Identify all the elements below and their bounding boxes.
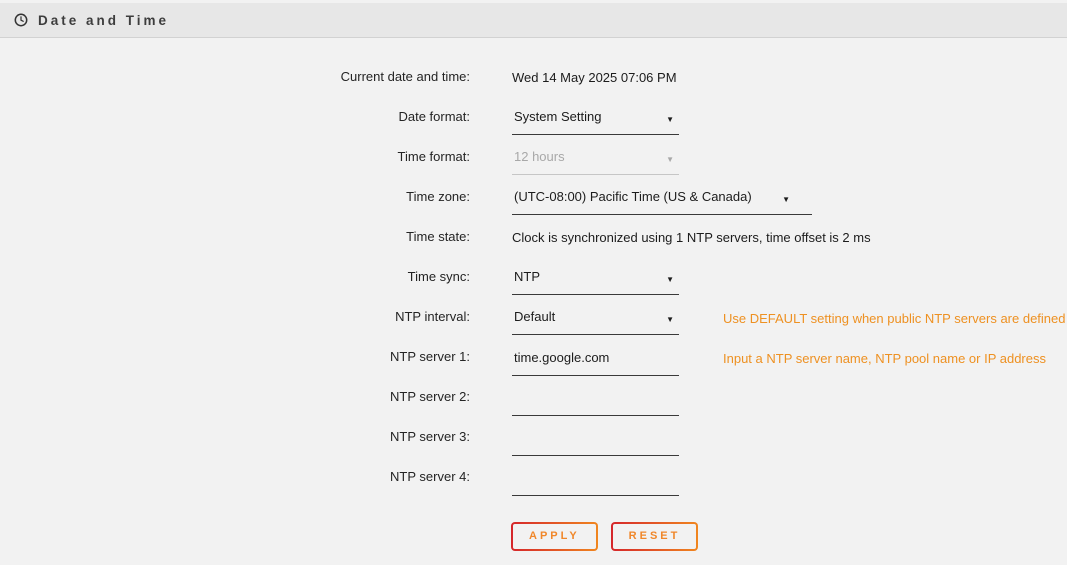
- form-row-ntp-interval: NTP interval: Default ▼ Use DEFAULT sett…: [0, 303, 1067, 343]
- apply-button-label: APPLY: [513, 524, 596, 549]
- date-format-select[interactable]: System Setting ▼: [512, 109, 679, 135]
- form-row-ntp-server-1: NTP server 1: Input a NTP server name, N…: [0, 343, 1067, 383]
- page-title: Date and Time: [38, 13, 169, 28]
- field-label: NTP server 3:: [0, 423, 470, 444]
- form-row-ntp-server-3: NTP server 3:: [0, 423, 1067, 463]
- date-time-form: Current date and time: Wed 14 May 2025 0…: [0, 63, 1067, 551]
- reset-button-label: RESET: [613, 524, 697, 549]
- field-label: Time state:: [0, 223, 470, 244]
- field-label: Current date and time:: [0, 63, 470, 84]
- header-bar: Date and Time: [0, 3, 1067, 38]
- chevron-down-icon: ▼: [666, 312, 674, 328]
- form-buttons: APPLY RESET: [511, 522, 1067, 551]
- form-row-date-format: Date format: System Setting ▼: [0, 103, 1067, 143]
- form-row-time-state: Time state: Clock is synchronized using …: [0, 223, 1067, 263]
- clock-icon: [14, 13, 28, 27]
- field-label: Time format:: [0, 143, 470, 164]
- ntp-server-1-input[interactable]: [512, 350, 679, 376]
- form-row-ntp-server-2: NTP server 2:: [0, 383, 1067, 423]
- select-value: Default: [514, 309, 555, 324]
- ntp-server-3-input[interactable]: [512, 430, 679, 456]
- field-label: NTP server 2:: [0, 383, 470, 404]
- select-value: 12 hours: [514, 149, 565, 164]
- time-state-value: Clock is synchronized using 1 NTP server…: [512, 230, 871, 245]
- time-format-select: 12 hours ▼: [512, 149, 679, 175]
- form-row-time-zone: Time zone: (UTC-08:00) Pacific Time (US …: [0, 183, 1067, 223]
- chevron-down-icon: ▼: [782, 192, 790, 208]
- field-label: Time zone:: [0, 183, 470, 204]
- apply-button[interactable]: APPLY: [511, 522, 598, 551]
- form-row-time-sync: Time sync: NTP ▼: [0, 263, 1067, 303]
- ntp-interval-select[interactable]: Default ▼: [512, 309, 679, 335]
- current-datetime-value: Wed 14 May 2025 07:06 PM: [512, 70, 677, 85]
- form-row-time-format: Time format: 12 hours ▼: [0, 143, 1067, 183]
- field-label: NTP server 4:: [0, 463, 470, 484]
- field-label: NTP interval:: [0, 303, 470, 324]
- chevron-down-icon: ▼: [666, 112, 674, 128]
- form-row-current-datetime: Current date and time: Wed 14 May 2025 0…: [0, 63, 1067, 103]
- time-sync-select[interactable]: NTP ▼: [512, 269, 679, 295]
- reset-button[interactable]: RESET: [611, 522, 699, 551]
- field-label: Date format:: [0, 103, 470, 124]
- timezone-select[interactable]: (UTC-08:00) Pacific Time (US & Canada) ▼: [512, 189, 812, 215]
- ntp-server-2-input[interactable]: [512, 390, 679, 416]
- ntp-server-hint: Input a NTP server name, NTP pool name o…: [723, 343, 1046, 366]
- field-label: NTP server 1:: [0, 343, 470, 364]
- select-value: System Setting: [514, 109, 601, 124]
- chevron-down-icon: ▼: [666, 272, 674, 288]
- ntp-interval-hint: Use DEFAULT setting when public NTP serv…: [723, 303, 1066, 326]
- field-label: Time sync:: [0, 263, 470, 284]
- form-row-ntp-server-4: NTP server 4:: [0, 463, 1067, 503]
- chevron-down-icon: ▼: [666, 152, 674, 168]
- select-value: (UTC-08:00) Pacific Time (US & Canada): [514, 189, 752, 204]
- ntp-server-4-input[interactable]: [512, 470, 679, 496]
- select-value: NTP: [514, 269, 540, 284]
